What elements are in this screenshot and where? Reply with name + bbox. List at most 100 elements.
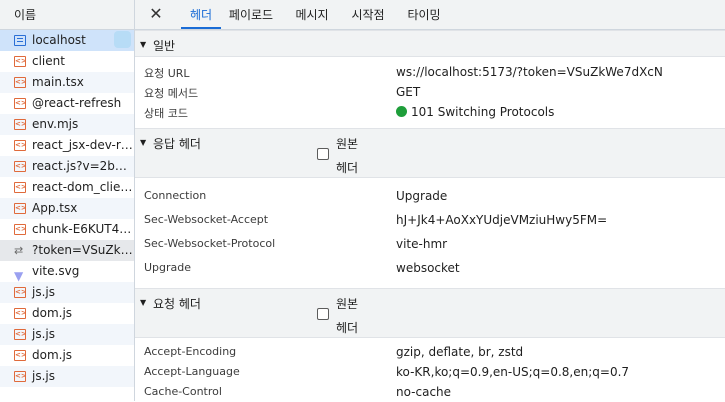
raw-headers-checkbox[interactable] (317, 308, 329, 320)
response-header-row: Upgrade websocket (135, 258, 725, 278)
script-icon: <> (14, 371, 27, 382)
header-value: ko-KR,ko;q=0.9,en-US;q=0.8,en;q=0.7 (396, 365, 630, 379)
request-item-localhost[interactable]: localhost (0, 30, 134, 51)
tab-timing[interactable]: 타이밍 (405, 0, 443, 29)
request-item-react-js[interactable]: <> react.js?v=2b9e... (0, 156, 134, 177)
header-value: 101 Switching Protocols (396, 105, 554, 119)
script-icon: <> (14, 203, 27, 214)
request-item-label: vite.svg (32, 264, 80, 278)
request-item-label: localhost (32, 33, 86, 47)
header-value: hJ+Jk4+AoXxYUdjeVMziuHwy5FM= (396, 213, 608, 227)
request-item-env-mjs[interactable]: <> env.mjs (0, 114, 134, 135)
header-key: Upgrade (144, 261, 192, 274)
script-icon: <> (14, 77, 27, 88)
request-item-label: App.tsx (32, 201, 78, 215)
request-item-client[interactable]: <> client (0, 51, 134, 72)
expand-arrow-icon: ▼ (140, 40, 147, 49)
tab-initiator[interactable]: 시작점 (349, 0, 387, 29)
section-title: 일반 (153, 39, 176, 53)
raw-headers-label: 원본 (336, 137, 359, 151)
request-item-label: react.js?v=2b9e... (32, 159, 134, 173)
script-icon: <> (14, 329, 27, 340)
request-item-label: ?token=VSuZkW... (32, 243, 134, 257)
section-response-headers[interactable]: ▼ 응답 헤더 원본 헤더 (135, 128, 725, 178)
script-icon: <> (14, 56, 27, 67)
raw-headers-checkbox[interactable] (317, 148, 329, 160)
status-text: 101 Switching Protocols (411, 105, 555, 119)
request-item-label: main.tsx (32, 75, 84, 89)
header-value: Upgrade (396, 189, 448, 203)
header-value: gzip, deflate, br, zstd (396, 345, 524, 359)
raw-headers-label: 원본 (336, 297, 359, 311)
request-item-label: dom.js (32, 306, 73, 320)
request-item-react-dom-client[interactable]: <> react-dom_client... (0, 177, 134, 198)
header-value: GET (396, 85, 421, 99)
svg-icon: ▼ (14, 269, 24, 282)
header-key: Accept-Encoding (144, 345, 237, 358)
request-item-react-refresh[interactable]: <> @react-refresh (0, 93, 134, 114)
tab-headers[interactable]: 헤더 (181, 0, 221, 29)
request-item-js-js[interactable]: <> js.js (0, 324, 134, 345)
request-list: 이름 localhost <> client <> main.tsx <> @r… (0, 0, 135, 401)
selection-badge (114, 31, 131, 48)
request-item-dom-js[interactable]: <> dom.js (0, 345, 134, 366)
request-item-label: js.js (32, 285, 55, 299)
header-value: no-cache (396, 385, 452, 399)
expand-arrow-icon: ▼ (140, 298, 147, 307)
tab-messages[interactable]: 메시지 (294, 0, 330, 29)
header-key: Sec-Websocket-Accept (144, 213, 269, 226)
header-key: 요청 메서드 (144, 87, 199, 100)
name-column-header[interactable]: 이름 (0, 0, 134, 30)
header-key: 상태 코드 (144, 107, 188, 120)
response-header-row: Sec-Websocket-Accept hJ+Jk4+AoXxYUdjeVMz… (135, 210, 725, 230)
script-icon: <> (14, 182, 27, 193)
script-icon: <> (14, 119, 27, 130)
header-key: Cache-Control (144, 385, 222, 398)
script-icon: <> (14, 308, 27, 319)
request-item-label: @react-refresh (32, 96, 122, 110)
request-header-row: Cache-Control no-cache (135, 382, 725, 402)
script-icon: <> (14, 140, 27, 151)
section-request-headers[interactable]: ▼ 요청 헤더 원본 헤더 (135, 288, 725, 338)
header-key: Connection (144, 189, 207, 202)
request-item-label: dom.js (32, 348, 73, 362)
script-icon: <> (14, 350, 27, 361)
request-item-js-js[interactable]: <> js.js (0, 282, 134, 303)
detail-tabs: ✕ 헤더 페이로드 메시지 시작점 타이밍 (135, 0, 725, 30)
document-icon (14, 35, 26, 46)
request-item-websocket-token[interactable]: ⇄ ?token=VSuZkW... (0, 240, 134, 261)
raw-headers-label: 헤더 (336, 161, 359, 175)
general-row-url: 요청 URL ws://localhost:5173/?token=VSuZkW… (135, 62, 725, 82)
request-item-main-tsx[interactable]: <> main.tsx (0, 72, 134, 93)
request-item-label: chunk-E6KUT42... (32, 222, 134, 236)
response-header-row: Sec-Websocket-Protocol vite-hmr (135, 234, 725, 254)
header-value: vite-hmr (396, 237, 448, 251)
request-item-label: env.mjs (32, 117, 79, 131)
header-value: ws://localhost:5173/?token=VSuZkWe7dXcN (396, 65, 663, 79)
script-icon: <> (14, 161, 27, 172)
request-item-chunk[interactable]: <> chunk-E6KUT42... (0, 219, 134, 240)
websocket-icon: ⇄ (14, 244, 24, 257)
script-icon: <> (14, 98, 27, 109)
request-item-dom-js[interactable]: <> dom.js (0, 303, 134, 324)
raw-headers-label: 헤더 (336, 321, 359, 335)
close-icon[interactable]: ✕ (147, 4, 165, 24)
section-title: 요청 헤더 (153, 297, 201, 311)
request-item-label: js.js (32, 327, 55, 341)
header-key: 요청 URL (144, 67, 190, 80)
section-general[interactable]: ▼ 일반 (135, 30, 725, 57)
status-ok-icon (396, 106, 407, 117)
request-item-app-tsx[interactable]: <> App.tsx (0, 198, 134, 219)
request-item-js-js[interactable]: <> js.js (0, 366, 134, 387)
header-key: Sec-Websocket-Protocol (144, 237, 276, 250)
request-item-vite-svg[interactable]: ▼ vite.svg (0, 261, 134, 282)
request-item-label: react-dom_client... (32, 180, 134, 194)
request-item-label: client (32, 54, 65, 68)
tab-payload[interactable]: 페이로드 (226, 0, 276, 29)
expand-arrow-icon: ▼ (140, 138, 147, 147)
section-title: 응답 헤더 (153, 137, 201, 151)
request-item-react-jsx-dev-runtime[interactable]: <> react_jsx-dev-ru... (0, 135, 134, 156)
response-header-row: Connection Upgrade (135, 186, 725, 206)
general-row-method: 요청 메서드 GET (135, 82, 725, 102)
script-icon: <> (14, 224, 27, 235)
